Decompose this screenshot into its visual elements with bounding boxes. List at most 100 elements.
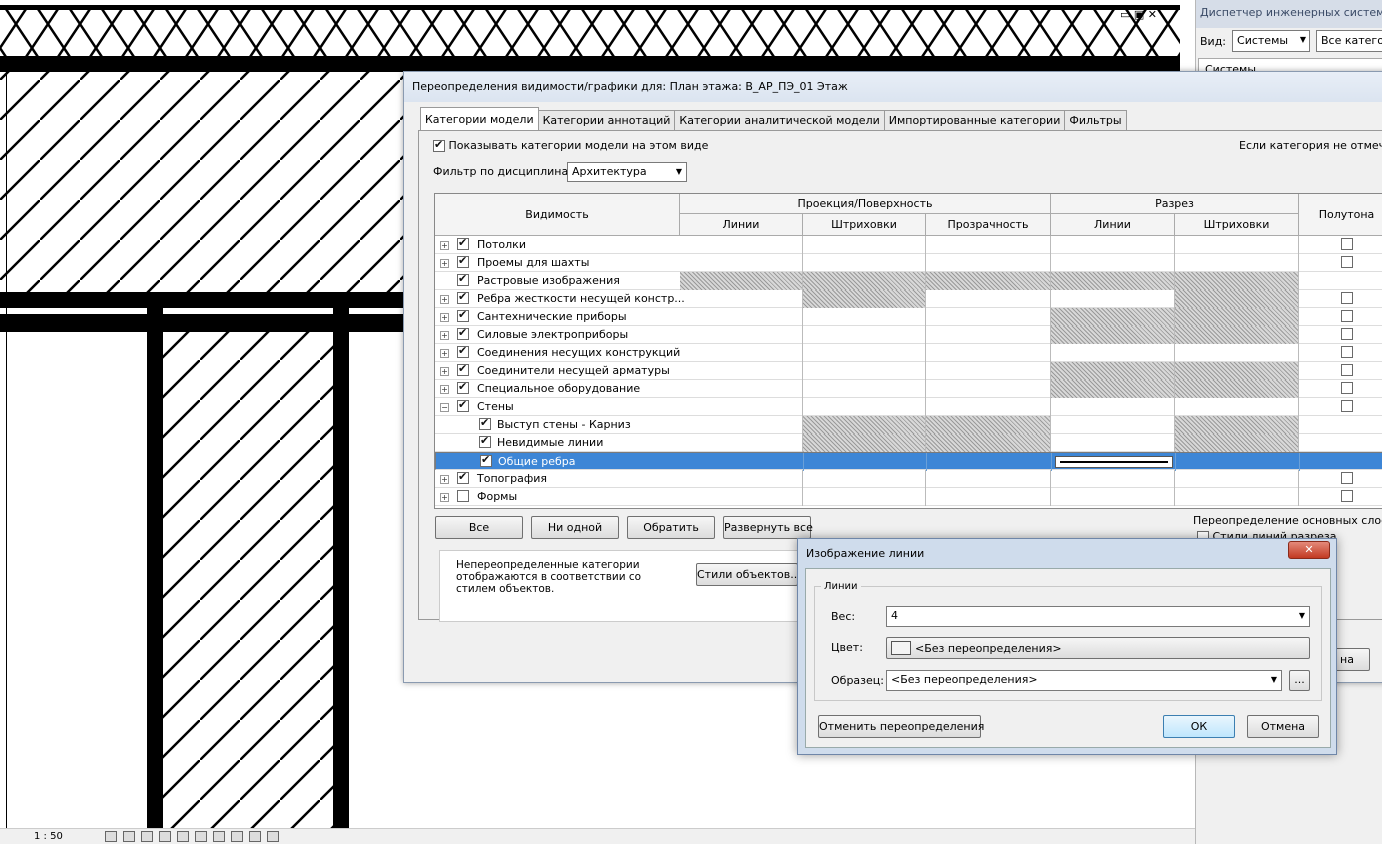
override-cell[interactable] — [1299, 272, 1382, 290]
override-cell[interactable] — [1051, 308, 1175, 326]
override-cell[interactable] — [680, 398, 803, 416]
expand-icon[interactable]: + — [440, 259, 449, 268]
tab-filters[interactable]: Фильтры — [1064, 110, 1127, 130]
override-cell[interactable] — [1051, 434, 1175, 452]
color-button[interactable]: <Без переопределения> — [886, 637, 1310, 659]
category-checkbox[interactable] — [457, 470, 469, 484]
show-categories-row[interactable]: Показывать категории модели на этом виде — [433, 138, 708, 152]
table-row[interactable]: Выступ стены - Карниз — [435, 416, 1382, 434]
table-row[interactable]: Невидимые линии — [435, 434, 1382, 452]
override-cell[interactable] — [803, 416, 926, 434]
override-cell[interactable] — [803, 308, 926, 326]
category-checkbox[interactable] — [457, 326, 469, 340]
override-cell[interactable] — [680, 254, 803, 272]
override-cell[interactable] — [926, 326, 1051, 344]
override-cell[interactable] — [1051, 254, 1175, 272]
table-row[interactable]: + Топография — [435, 470, 1382, 488]
object-styles-button[interactable]: Стили объектов... — [696, 563, 801, 586]
override-cell[interactable] — [926, 272, 1051, 290]
halftone-checkbox[interactable] — [1341, 364, 1353, 376]
override-cell[interactable] — [803, 434, 926, 452]
override-cell[interactable] — [680, 488, 803, 506]
table-row[interactable]: + Ребра жесткости несущей констр... — [435, 290, 1382, 308]
override-cell[interactable] — [1052, 453, 1176, 471]
table-row[interactable]: Общие ребра — [435, 452, 1382, 471]
view-select[interactable]: Системы ▼ — [1232, 30, 1311, 52]
override-cell[interactable] — [1175, 362, 1299, 380]
override-cell[interactable] — [680, 380, 803, 398]
override-cell[interactable] — [1299, 434, 1382, 452]
override-cell[interactable] — [1175, 398, 1299, 416]
reveal-hidden-icon[interactable] — [230, 831, 243, 842]
override-cell[interactable] — [1051, 236, 1175, 254]
detail-level-icon[interactable] — [104, 831, 117, 842]
override-cell[interactable] — [804, 453, 927, 471]
temp-hide-icon[interactable] — [212, 831, 225, 842]
override-cell[interactable] — [1175, 254, 1299, 272]
category-checkbox[interactable] — [457, 254, 469, 268]
override-cell[interactable] — [1051, 290, 1175, 308]
expand-icon[interactable]: + — [440, 385, 449, 394]
line-preview[interactable] — [1055, 456, 1173, 468]
override-cell[interactable] — [1175, 434, 1299, 452]
override-cell[interactable] — [1299, 236, 1382, 254]
table-row[interactable]: + Потолки — [435, 236, 1382, 254]
weight-select[interactable]: 4 ▼ — [886, 606, 1310, 627]
override-cell[interactable] — [1299, 416, 1382, 434]
override-cell[interactable] — [926, 344, 1051, 362]
override-cell[interactable] — [926, 308, 1051, 326]
halftone-checkbox[interactable] — [1341, 382, 1353, 394]
override-cell[interactable] — [926, 380, 1051, 398]
override-cell[interactable] — [1175, 416, 1299, 434]
expand-icon[interactable]: + — [440, 313, 449, 322]
analytical-model-icon[interactable] — [266, 831, 279, 842]
override-cell[interactable] — [803, 398, 926, 416]
override-cell[interactable] — [680, 470, 803, 488]
line-cancel-button[interactable]: Отмена — [1247, 715, 1319, 738]
override-cell[interactable] — [1175, 290, 1299, 308]
override-cell[interactable] — [1299, 362, 1382, 380]
override-cell[interactable] — [1299, 254, 1382, 272]
override-cell[interactable] — [1299, 344, 1382, 362]
table-row[interactable]: + Соединители несущей арматуры — [435, 362, 1382, 380]
tab-analytical-categories[interactable]: Категории аналитической модели — [674, 110, 885, 130]
table-row[interactable]: − Стены — [435, 398, 1382, 416]
override-cell[interactable] — [1299, 326, 1382, 344]
category-checkbox[interactable] — [457, 380, 469, 394]
halftone-checkbox[interactable] — [1341, 310, 1353, 322]
override-cell[interactable] — [1051, 272, 1175, 290]
override-cell[interactable] — [803, 362, 926, 380]
invert-button[interactable]: Обратить — [627, 516, 715, 539]
halftone-checkbox[interactable] — [1341, 256, 1353, 268]
override-cell[interactable] — [681, 453, 804, 471]
show-categories-checkbox[interactable] — [433, 138, 445, 152]
halftone-checkbox[interactable] — [1341, 292, 1353, 304]
discipline-select[interactable]: Архитектура ▼ — [567, 162, 687, 182]
shadows-icon[interactable] — [158, 831, 171, 842]
expand-icon[interactable]: + — [440, 367, 449, 376]
override-cell[interactable] — [1175, 344, 1299, 362]
worksharing-icon[interactable] — [248, 831, 261, 842]
override-cell[interactable] — [1300, 453, 1382, 471]
override-cell[interactable] — [803, 380, 926, 398]
select-none-button[interactable]: Ни одной — [531, 516, 619, 539]
override-cell[interactable] — [803, 470, 926, 488]
category-checkbox[interactable] — [479, 434, 491, 448]
override-cell[interactable] — [926, 398, 1051, 416]
override-cell[interactable] — [926, 362, 1051, 380]
override-cell[interactable] — [1051, 362, 1175, 380]
override-cell[interactable] — [926, 434, 1051, 452]
override-cell[interactable] — [680, 236, 803, 254]
expand-icon[interactable]: + — [440, 241, 449, 250]
categories-table[interactable]: Видимость Проекция/Поверхность Разрез По… — [434, 193, 1382, 509]
table-row[interactable]: + Соединения несущих конструкций — [435, 344, 1382, 362]
tab-annotation-categories[interactable]: Категории аннотаций — [537, 110, 676, 130]
category-checkbox[interactable] — [479, 416, 491, 430]
table-row[interactable]: + Специальное оборудование — [435, 380, 1382, 398]
halftone-checkbox[interactable] — [1341, 472, 1353, 484]
override-cell[interactable] — [1175, 470, 1299, 488]
override-cell[interactable] — [1175, 236, 1299, 254]
override-cell[interactable] — [803, 344, 926, 362]
expand-icon[interactable]: + — [440, 295, 449, 304]
override-cell[interactable] — [1299, 398, 1382, 416]
